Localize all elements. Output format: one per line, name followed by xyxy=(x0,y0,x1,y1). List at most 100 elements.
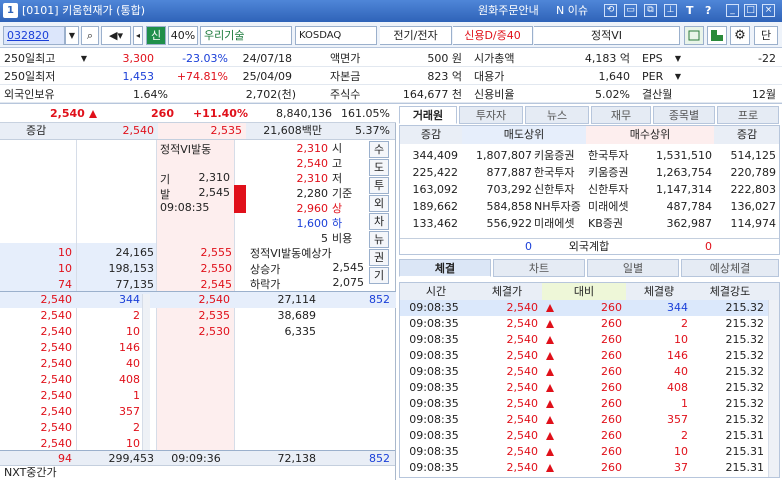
broker-row[interactable]: 133,462 556,922 미래에셋 KB증권 362,987 114,974 xyxy=(400,216,779,232)
broker-cell: 키움증권 xyxy=(534,149,575,162)
up-arrow-icon xyxy=(546,412,558,428)
nxt-row: NXT중간가 xyxy=(0,466,395,480)
side-button-oe[interactable]: 외 xyxy=(369,195,389,212)
trade-row[interactable]: 2,540 357 xyxy=(0,404,396,420)
trade-row[interactable]: 2,540 146 xyxy=(0,340,396,356)
trade-row[interactable]: 2,540 408 xyxy=(0,372,396,388)
layout-icon[interactable]: ▭ xyxy=(624,4,637,17)
close-icon[interactable]: × xyxy=(762,4,775,17)
won-order-link[interactable]: 원화주문안내 xyxy=(478,0,539,22)
trade-list-scrollbar[interactable] xyxy=(142,294,150,450)
stat-value: 2,280 xyxy=(296,187,329,200)
margin-rate: 40% xyxy=(168,26,198,45)
side-button-do[interactable]: 도 xyxy=(369,159,389,176)
ask-price: 2,550 xyxy=(200,262,233,275)
stat-value: 2,960 xyxy=(296,202,329,215)
tab-finance[interactable]: 재무 xyxy=(591,106,651,124)
tab-brokers[interactable]: 거래원 xyxy=(399,106,457,124)
tick-cell: 260 xyxy=(601,445,622,458)
speaker-icon[interactable]: ◀▾ xyxy=(101,26,131,45)
broker-cell: 362,987 xyxy=(666,217,713,230)
broker-row[interactable]: 189,662 584,858 NH투자증 미래에셋 487,784 136,027 xyxy=(400,199,779,215)
trade-row[interactable]: 2,540 344 2,540 27,114 852 xyxy=(0,292,396,308)
dropdown-icon[interactable]: ▼ xyxy=(78,50,90,66)
single-mode-button[interactable]: 단 xyxy=(754,26,778,45)
tick-row[interactable]: 09:08:35 2,540 260 408 215.32 xyxy=(400,380,768,396)
tab-ticks[interactable]: 체결 xyxy=(399,259,491,277)
change-value: 260 xyxy=(151,107,174,120)
tick-row[interactable]: 09:08:35 2,540 260 146 215.32 xyxy=(400,348,768,364)
broker-row[interactable]: 225,422 877,887 한국투자 키움증권 1,263,754 220,789 xyxy=(400,165,779,181)
pin-icon[interactable]: ⊥ xyxy=(664,4,677,17)
trade-qty: 344 xyxy=(119,293,140,306)
copy-window-icon[interactable]: ⧉ xyxy=(644,4,657,17)
help-icon[interactable]: ? xyxy=(705,0,711,22)
tab-daily[interactable]: 일별 xyxy=(587,259,679,277)
trade-row[interactable]: 2,540 2 xyxy=(0,420,396,436)
tick-row[interactable]: 09:08:35 2,540 260 2 215.31 xyxy=(400,428,768,444)
tick-row[interactable]: 09:08:35 2,540 260 10 215.32 xyxy=(400,332,768,348)
trade-row[interactable]: 2,540 2 2,535 38,689 xyxy=(0,308,396,324)
trade-price: 2,540 xyxy=(40,357,73,370)
layout-switch-icon[interactable] xyxy=(707,26,727,45)
tick-row[interactable]: 09:08:35 2,540 260 37 215.31 xyxy=(400,460,768,476)
title-bar: 1 [0101] 키움현재가 (통합) 원화주문안내 N 이슈 ⟲ ▭ ⧉ ⊥ … xyxy=(0,0,782,22)
current-price: 2,540 xyxy=(50,105,120,123)
tick-cell: 09:08:35 xyxy=(409,413,459,426)
dropdown-icon[interactable]: ▼ xyxy=(672,50,684,66)
font-size-icon[interactable]: T xyxy=(686,0,694,22)
gear-icon[interactable]: ⚙ xyxy=(730,26,750,45)
prev-icon[interactable]: ◂ xyxy=(133,26,143,45)
tab-investors[interactable]: 투자자 xyxy=(459,106,523,124)
vi-expect-box: 정적VI발동예상가 상승가 2,545 하락가 2,075 xyxy=(248,245,366,293)
tick-cell: 260 xyxy=(601,381,622,394)
tick-row[interactable]: 09:08:35 2,540 260 2 215.32 xyxy=(400,316,768,332)
sector-label: 전기/전자 xyxy=(380,26,452,45)
up-arrow-icon xyxy=(546,332,558,348)
search-icon[interactable]: ⌕ xyxy=(81,26,99,45)
broker-cell: 225,422 xyxy=(412,166,459,179)
tab-news[interactable]: 뉴스 xyxy=(525,106,589,124)
info-value: -22 xyxy=(758,52,776,65)
tick-cell: 2,540 xyxy=(506,381,539,394)
trade-row[interactable]: 2,540 40 xyxy=(0,356,396,372)
chart-small-icon[interactable] xyxy=(684,26,704,45)
stock-name[interactable]: 우리기술 xyxy=(200,26,292,45)
code-dropdown-icon[interactable]: ▼ xyxy=(65,26,79,45)
dropdown-icon[interactable]: ▼ xyxy=(672,68,684,84)
issue-button[interactable]: N 이슈 xyxy=(556,0,588,22)
tick-row[interactable]: 09:08:35 2,540 260 40 215.32 xyxy=(400,364,768,380)
minimize-icon[interactable]: _ xyxy=(726,4,739,17)
trade-row[interactable]: 2,540 10 2,530 6,335 xyxy=(0,324,396,340)
tick-cell: 37 xyxy=(674,461,688,474)
stat-label: 시 xyxy=(332,142,343,155)
tick-row[interactable]: 09:08:35 2,540 260 344 215.32 xyxy=(400,300,768,316)
maximize-icon[interactable]: □ xyxy=(744,4,757,17)
tick-row[interactable]: 09:08:35 2,540 260 10 215.31 xyxy=(400,444,768,460)
tab-expected[interactable]: 예상체결 xyxy=(681,259,779,277)
tick-cell: 215.32 xyxy=(725,413,765,426)
stat-label: 상 xyxy=(332,202,343,215)
tick-cell: 10 xyxy=(674,333,688,346)
tab-chart[interactable]: 차트 xyxy=(493,259,585,277)
tab-program[interactable]: 프로 xyxy=(717,106,779,124)
side-button-su[interactable]: 수 xyxy=(369,141,389,158)
stock-code-input[interactable]: 032820 xyxy=(3,26,65,45)
broker-row[interactable]: 163,092 703,292 신한투자 신한투자 1,147,314 222,803 xyxy=(400,182,779,198)
trade-row[interactable]: 2,540 1 xyxy=(0,388,396,404)
link-icon[interactable]: ⟲ xyxy=(604,4,617,17)
tick-cell: 260 xyxy=(601,333,622,346)
header-cell: 체결가 xyxy=(491,285,523,298)
tick-row[interactable]: 09:08:35 2,540 260 1 215.32 xyxy=(400,396,768,412)
side-button-tu[interactable]: 투 xyxy=(369,177,389,194)
credit-label: 신용D/증40 xyxy=(453,26,533,45)
vi-bal-label: 발 xyxy=(160,188,171,201)
tick-cell: 09:08:35 xyxy=(409,445,459,458)
tick-scrollbar[interactable] xyxy=(768,300,779,477)
trade-qty: 40 xyxy=(126,357,140,370)
vi-ki-label: 기 xyxy=(160,173,171,186)
broker-row[interactable]: 344,409 1,807,807 키움증권 한국투자 1,531,510 514,125 xyxy=(400,148,779,164)
tab-by-stock[interactable]: 종목별 xyxy=(653,106,715,124)
tick-row[interactable]: 09:08:35 2,540 260 357 215.32 xyxy=(400,412,768,428)
side-button-cha[interactable]: 차 xyxy=(369,213,389,230)
